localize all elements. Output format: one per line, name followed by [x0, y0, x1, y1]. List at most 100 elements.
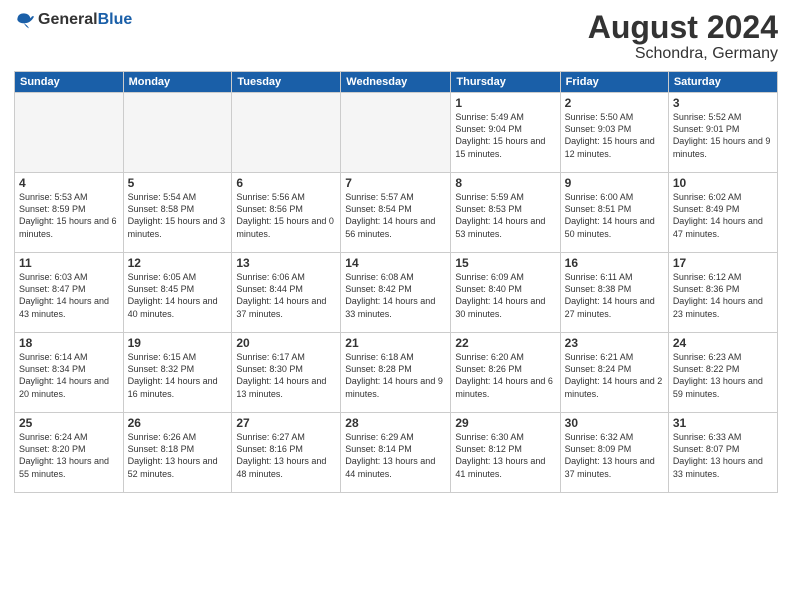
day-number: 22 — [455, 336, 555, 350]
calendar-cell: 20Sunrise: 6:17 AMSunset: 8:30 PMDayligh… — [232, 333, 341, 413]
day-info: Sunrise: 5:52 AMSunset: 9:01 PMDaylight:… — [673, 111, 773, 160]
day-number: 20 — [236, 336, 336, 350]
page: GeneralBlue August 2024 Schondra, German… — [0, 0, 792, 612]
logo-text: GeneralBlue — [38, 11, 132, 29]
calendar-cell: 21Sunrise: 6:18 AMSunset: 8:28 PMDayligh… — [341, 333, 451, 413]
day-number: 30 — [565, 416, 664, 430]
day-number: 27 — [236, 416, 336, 430]
day-info: Sunrise: 6:33 AMSunset: 8:07 PMDaylight:… — [673, 431, 773, 480]
calendar-cell: 1Sunrise: 5:49 AMSunset: 9:04 PMDaylight… — [451, 93, 560, 173]
calendar-cell: 23Sunrise: 6:21 AMSunset: 8:24 PMDayligh… — [560, 333, 668, 413]
day-info: Sunrise: 5:57 AMSunset: 8:54 PMDaylight:… — [345, 191, 446, 240]
day-info: Sunrise: 6:02 AMSunset: 8:49 PMDaylight:… — [673, 191, 773, 240]
day-info: Sunrise: 6:32 AMSunset: 8:09 PMDaylight:… — [565, 431, 664, 480]
calendar-week-4: 18Sunrise: 6:14 AMSunset: 8:34 PMDayligh… — [15, 333, 778, 413]
day-number: 5 — [128, 176, 228, 190]
day-info: Sunrise: 5:49 AMSunset: 9:04 PMDaylight:… — [455, 111, 555, 160]
calendar-week-5: 25Sunrise: 6:24 AMSunset: 8:20 PMDayligh… — [15, 413, 778, 493]
header-row: Sunday Monday Tuesday Wednesday Thursday… — [15, 72, 778, 93]
day-info: Sunrise: 6:08 AMSunset: 8:42 PMDaylight:… — [345, 271, 446, 320]
calendar-cell: 8Sunrise: 5:59 AMSunset: 8:53 PMDaylight… — [451, 173, 560, 253]
calendar-cell: 26Sunrise: 6:26 AMSunset: 8:18 PMDayligh… — [123, 413, 232, 493]
day-number: 1 — [455, 96, 555, 110]
calendar-cell: 30Sunrise: 6:32 AMSunset: 8:09 PMDayligh… — [560, 413, 668, 493]
day-info: Sunrise: 6:21 AMSunset: 8:24 PMDaylight:… — [565, 351, 664, 400]
day-info: Sunrise: 6:05 AMSunset: 8:45 PMDaylight:… — [128, 271, 228, 320]
calendar-cell — [123, 93, 232, 173]
calendar-cell: 6Sunrise: 5:56 AMSunset: 8:56 PMDaylight… — [232, 173, 341, 253]
day-number: 25 — [19, 416, 119, 430]
day-number: 23 — [565, 336, 664, 350]
day-info: Sunrise: 5:53 AMSunset: 8:59 PMDaylight:… — [19, 191, 119, 240]
day-info: Sunrise: 6:24 AMSunset: 8:20 PMDaylight:… — [19, 431, 119, 480]
day-info: Sunrise: 6:27 AMSunset: 8:16 PMDaylight:… — [236, 431, 336, 480]
logo-icon — [14, 10, 34, 30]
calendar-cell: 10Sunrise: 6:02 AMSunset: 8:49 PMDayligh… — [668, 173, 777, 253]
calendar-cell: 2Sunrise: 5:50 AMSunset: 9:03 PMDaylight… — [560, 93, 668, 173]
calendar-cell: 3Sunrise: 5:52 AMSunset: 9:01 PMDaylight… — [668, 93, 777, 173]
day-number: 16 — [565, 256, 664, 270]
col-wednesday: Wednesday — [341, 72, 451, 93]
calendar-cell: 24Sunrise: 6:23 AMSunset: 8:22 PMDayligh… — [668, 333, 777, 413]
day-number: 19 — [128, 336, 228, 350]
calendar-week-1: 1Sunrise: 5:49 AMSunset: 9:04 PMDaylight… — [15, 93, 778, 173]
calendar-cell: 13Sunrise: 6:06 AMSunset: 8:44 PMDayligh… — [232, 253, 341, 333]
calendar-cell: 18Sunrise: 6:14 AMSunset: 8:34 PMDayligh… — [15, 333, 124, 413]
calendar-cell: 25Sunrise: 6:24 AMSunset: 8:20 PMDayligh… — [15, 413, 124, 493]
day-info: Sunrise: 6:30 AMSunset: 8:12 PMDaylight:… — [455, 431, 555, 480]
day-info: Sunrise: 6:23 AMSunset: 8:22 PMDaylight:… — [673, 351, 773, 400]
calendar-cell: 11Sunrise: 6:03 AMSunset: 8:47 PMDayligh… — [15, 253, 124, 333]
col-monday: Monday — [123, 72, 232, 93]
col-tuesday: Tuesday — [232, 72, 341, 93]
day-info: Sunrise: 6:14 AMSunset: 8:34 PMDaylight:… — [19, 351, 119, 400]
day-info: Sunrise: 5:59 AMSunset: 8:53 PMDaylight:… — [455, 191, 555, 240]
day-number: 26 — [128, 416, 228, 430]
day-number: 12 — [128, 256, 228, 270]
day-info: Sunrise: 5:50 AMSunset: 9:03 PMDaylight:… — [565, 111, 664, 160]
calendar-cell: 22Sunrise: 6:20 AMSunset: 8:26 PMDayligh… — [451, 333, 560, 413]
day-info: Sunrise: 6:26 AMSunset: 8:18 PMDaylight:… — [128, 431, 228, 480]
day-number: 2 — [565, 96, 664, 110]
location-title: Schondra, Germany — [588, 45, 778, 63]
calendar-table: Sunday Monday Tuesday Wednesday Thursday… — [14, 71, 778, 493]
day-info: Sunrise: 6:06 AMSunset: 8:44 PMDaylight:… — [236, 271, 336, 320]
title-block: August 2024 Schondra, Germany — [588, 10, 778, 63]
calendar-cell: 9Sunrise: 6:00 AMSunset: 8:51 PMDaylight… — [560, 173, 668, 253]
day-number: 3 — [673, 96, 773, 110]
day-info: Sunrise: 6:17 AMSunset: 8:30 PMDaylight:… — [236, 351, 336, 400]
day-number: 8 — [455, 176, 555, 190]
calendar-cell: 17Sunrise: 6:12 AMSunset: 8:36 PMDayligh… — [668, 253, 777, 333]
day-info: Sunrise: 6:03 AMSunset: 8:47 PMDaylight:… — [19, 271, 119, 320]
calendar-cell: 4Sunrise: 5:53 AMSunset: 8:59 PMDaylight… — [15, 173, 124, 253]
day-info: Sunrise: 6:29 AMSunset: 8:14 PMDaylight:… — [345, 431, 446, 480]
col-friday: Friday — [560, 72, 668, 93]
day-number: 21 — [345, 336, 446, 350]
day-number: 31 — [673, 416, 773, 430]
col-thursday: Thursday — [451, 72, 560, 93]
day-info: Sunrise: 6:12 AMSunset: 8:36 PMDaylight:… — [673, 271, 773, 320]
day-info: Sunrise: 5:54 AMSunset: 8:58 PMDaylight:… — [128, 191, 228, 240]
day-number: 29 — [455, 416, 555, 430]
col-saturday: Saturday — [668, 72, 777, 93]
day-number: 9 — [565, 176, 664, 190]
day-info: Sunrise: 6:18 AMSunset: 8:28 PMDaylight:… — [345, 351, 446, 400]
day-number: 11 — [19, 256, 119, 270]
calendar-cell: 27Sunrise: 6:27 AMSunset: 8:16 PMDayligh… — [232, 413, 341, 493]
month-title: August 2024 — [588, 10, 778, 45]
day-info: Sunrise: 6:11 AMSunset: 8:38 PMDaylight:… — [565, 271, 664, 320]
day-number: 17 — [673, 256, 773, 270]
calendar-cell: 16Sunrise: 6:11 AMSunset: 8:38 PMDayligh… — [560, 253, 668, 333]
day-number: 28 — [345, 416, 446, 430]
day-number: 6 — [236, 176, 336, 190]
calendar-cell: 29Sunrise: 6:30 AMSunset: 8:12 PMDayligh… — [451, 413, 560, 493]
day-info: Sunrise: 6:20 AMSunset: 8:26 PMDaylight:… — [455, 351, 555, 400]
day-number: 7 — [345, 176, 446, 190]
day-info: Sunrise: 5:56 AMSunset: 8:56 PMDaylight:… — [236, 191, 336, 240]
day-number: 13 — [236, 256, 336, 270]
calendar-week-3: 11Sunrise: 6:03 AMSunset: 8:47 PMDayligh… — [15, 253, 778, 333]
calendar-cell: 5Sunrise: 5:54 AMSunset: 8:58 PMDaylight… — [123, 173, 232, 253]
calendar-cell: 7Sunrise: 5:57 AMSunset: 8:54 PMDaylight… — [341, 173, 451, 253]
calendar-cell — [15, 93, 124, 173]
calendar-cell: 31Sunrise: 6:33 AMSunset: 8:07 PMDayligh… — [668, 413, 777, 493]
calendar-cell: 15Sunrise: 6:09 AMSunset: 8:40 PMDayligh… — [451, 253, 560, 333]
